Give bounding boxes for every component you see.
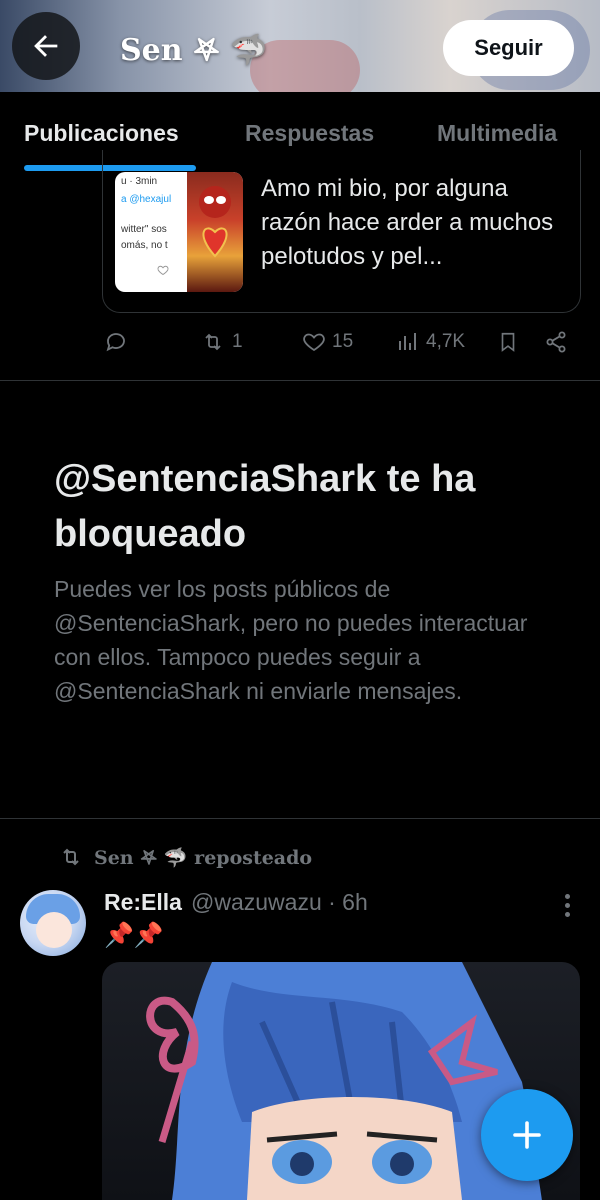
more-vertical-icon	[564, 911, 570, 917]
more-vertical-icon	[564, 902, 570, 908]
heart-icon	[303, 333, 325, 352]
blocked-notice-title: @SentenciaShark te ha bloqueado	[54, 458, 476, 555]
quoted-post-card[interactable]: u · 3min a @hexajul witter" sos omás, no…	[102, 150, 581, 313]
like-button[interactable]: 15	[302, 330, 353, 354]
post-author-name[interactable]: Re:Ella	[104, 889, 182, 916]
tab-multimedia[interactable]: Multimedia	[437, 120, 557, 147]
post-body-text: 📌📌	[104, 922, 164, 949]
share-button[interactable]	[544, 330, 568, 354]
back-button[interactable]	[12, 12, 80, 80]
arrow-left-icon	[34, 35, 58, 57]
bar-chart-icon	[399, 333, 416, 350]
repost-icon	[205, 333, 221, 351]
thumbnail-text: u · 3min	[121, 176, 158, 187]
views-button[interactable]: 4,7K	[398, 330, 465, 354]
comment-icon	[106, 333, 125, 352]
quoted-post-thumbnail: u · 3min a @hexajul witter" sos omás, no…	[115, 172, 243, 292]
tab-respuestas[interactable]: Respuestas	[245, 120, 374, 147]
repost-label: Sen 𖤐 🦈 reposteado	[94, 847, 313, 869]
thumbnail-text: witter" sos	[121, 224, 167, 235]
views-count: 4,7K	[426, 331, 466, 352]
blocked-notice-description: Puedes ver los posts públicos de @Senten…	[54, 576, 528, 704]
repost-count: 1	[232, 331, 243, 352]
section-divider	[0, 380, 600, 381]
more-options-button[interactable]	[556, 890, 578, 920]
heart-icon	[157, 265, 169, 276]
more-vertical-icon	[564, 893, 570, 899]
thumbnail-text: omás, no t	[121, 240, 168, 251]
quoted-post-text: Amo mi bio, por alguna razón hace arder …	[261, 175, 554, 270]
tab-publicaciones[interactable]: Publicaciones	[24, 120, 179, 147]
profile-header-banner: Sen 𖤐 🦈 Seguir	[0, 0, 600, 92]
repost-indicator[interactable]: Sen 𖤐 🦈 reposteado	[58, 844, 312, 870]
plus-icon	[513, 1121, 541, 1149]
section-divider	[0, 818, 600, 819]
like-count: 15	[332, 331, 354, 352]
share-icon	[546, 331, 566, 353]
post-handle-time[interactable]: @wazuwazu · 6h	[191, 889, 368, 916]
repost-icon	[63, 848, 79, 866]
repost-button[interactable]: 1	[200, 330, 243, 354]
profile-name-title: Sen 𖤐 🦈	[120, 33, 268, 68]
thumbnail-text: a @hexajul	[121, 194, 172, 205]
bookmark-icon	[501, 332, 515, 352]
avatar[interactable]	[20, 890, 86, 956]
avatar-face	[36, 912, 72, 948]
compose-button[interactable]	[481, 1089, 573, 1181]
reply-button[interactable]	[104, 330, 128, 354]
bookmark-button[interactable]	[497, 330, 519, 354]
deadpool-image	[187, 172, 243, 292]
post-action-bar: 1 15 4,7K	[0, 322, 600, 366]
follow-button[interactable]: Seguir	[443, 20, 574, 76]
